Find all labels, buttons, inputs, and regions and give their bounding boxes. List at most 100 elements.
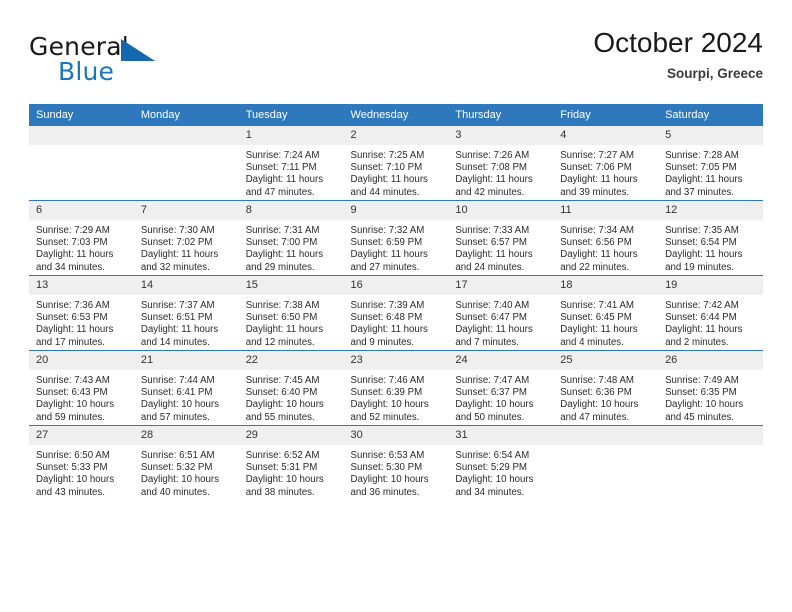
daylight-text: Daylight: 11 hours and 29 minutes. [245, 249, 324, 273]
daylight-text: Daylight: 10 hours and 34 minutes. [455, 474, 534, 498]
calendar-day-cell[interactable]: 26 Sunrise: 7:49 AM Sunset: 6:35 PM Dayligh… [658, 350, 763, 426]
calendar-day-cell[interactable]: 20 Sunrise: 7:43 AM Sunset: 6:43 PM Dayligh… [29, 350, 134, 426]
calendar-day-cell[interactable]: 9 Sunrise: 7:32 AM Sunset: 6:59 PM Daylight… [343, 200, 449, 276]
calendar-day-cell[interactable]: 3 Sunrise: 7:26 AM Sunset: 7:08 PM Daylight… [448, 126, 554, 201]
calendar-week-row: 20 Sunrise: 7:43 AM Sunset: 6:43 PM Dayligh… [29, 350, 763, 426]
sunset-text: Sunset: 5:33 PM [36, 462, 108, 474]
sunset-text: Sunset: 6:59 PM [350, 237, 423, 249]
sunrise-text: Sunrise: 7:49 AM [665, 375, 739, 386]
day-number: 7 [133, 201, 239, 220]
calendar-day-cell[interactable]: 7 Sunrise: 7:30 AM Sunset: 7:02 PM Daylight… [133, 200, 239, 276]
day-details: Sunrise: 7:33 AM Sunset: 6:57 PM Daylight:… [448, 220, 553, 274]
sunrise-text: Sunrise: 7:39 AM [350, 300, 425, 311]
calendar-day-cell-empty [658, 425, 763, 500]
daylight-text: Daylight: 11 hours and 19 minutes. [665, 249, 743, 273]
day-number: 29 [238, 426, 344, 445]
weekday-header-wednesday: Wednesday [343, 104, 449, 126]
daylight-text: Daylight: 11 hours and 27 minutes. [350, 249, 428, 273]
day-details: Sunrise: 6:54 AM Sunset: 5:29 PM Daylight:… [448, 445, 553, 499]
sunrise-text: Sunrise: 7:32 AM [350, 225, 425, 236]
calendar-day-cell[interactable]: 5 Sunrise: 7:28 AM Sunset: 7:05 PM Daylight… [658, 126, 763, 201]
daylight-text: Daylight: 11 hours and 47 minutes. [245, 174, 324, 198]
calendar-day-cell[interactable]: 31 Sunrise: 6:54 AM Sunset: 5:29 PM Dayligh… [448, 425, 554, 500]
calendar-day-cell[interactable]: 14 Sunrise: 7:37 AM Sunset: 6:51 PM Dayligh… [133, 275, 239, 351]
sunset-text: Sunset: 6:50 PM [245, 312, 318, 324]
sunrise-text: Sunrise: 7:48 AM [560, 375, 634, 386]
daylight-text: Daylight: 11 hours and 9 minutes. [350, 324, 428, 348]
sunrise-text: Sunrise: 6:50 AM [36, 450, 110, 461]
day-number: 14 [133, 276, 239, 295]
daylight-text: Daylight: 10 hours and 52 minutes. [350, 399, 429, 423]
calendar-day-cell[interactable]: 29 Sunrise: 6:52 AM Sunset: 5:31 PM Dayligh… [238, 425, 344, 500]
sunset-text: Sunset: 7:00 PM [245, 237, 318, 249]
sunrise-text: Sunrise: 7:44 AM [140, 375, 215, 386]
sunrise-text: Sunrise: 7:26 AM [455, 150, 530, 161]
daylight-text: Daylight: 11 hours and 7 minutes. [455, 324, 533, 348]
day-number: 26 [658, 351, 763, 370]
weekday-header-tuesday: Tuesday [238, 104, 344, 126]
daylight-text: Daylight: 11 hours and 37 minutes. [665, 174, 743, 198]
calendar-day-cell[interactable]: 23 Sunrise: 7:46 AM Sunset: 6:39 PM Dayligh… [343, 350, 449, 426]
day-number: 23 [343, 351, 449, 370]
sunrise-text: Sunrise: 7:45 AM [245, 375, 320, 386]
brand-logo[interactable]: General Blue [29, 32, 159, 90]
calendar-day-cell[interactable]: 19 Sunrise: 7:42 AM Sunset: 6:44 PM Dayligh… [658, 275, 763, 351]
sunset-text: Sunset: 5:29 PM [455, 462, 527, 474]
sunrise-text: Sunrise: 6:53 AM [350, 450, 425, 461]
sunset-text: Sunset: 6:37 PM [455, 387, 527, 399]
sunrise-text: Sunrise: 7:47 AM [455, 375, 530, 386]
daylight-text: Daylight: 11 hours and 39 minutes. [560, 174, 638, 198]
weekday-header-saturday: Saturday [658, 104, 763, 126]
day-details: Sunrise: 7:30 AM Sunset: 7:02 PM Daylight:… [134, 220, 239, 274]
daylight-text: Daylight: 11 hours and 42 minutes. [455, 174, 533, 198]
calendar-day-cell[interactable]: 8 Sunrise: 7:31 AM Sunset: 7:00 PM Daylight… [238, 200, 344, 276]
sunset-text: Sunset: 7:10 PM [350, 162, 423, 174]
sunrise-text: Sunrise: 7:35 AM [665, 225, 739, 236]
calendar-day-cell[interactable]: 21 Sunrise: 7:44 AM Sunset: 6:41 PM Dayligh… [133, 350, 239, 426]
calendar-day-cell[interactable]: 18 Sunrise: 7:41 AM Sunset: 6:45 PM Dayligh… [553, 275, 659, 351]
calendar-day-cell[interactable]: 12 Sunrise: 7:35 AM Sunset: 6:54 PM Dayligh… [658, 200, 763, 276]
calendar-day-cell[interactable]: 22 Sunrise: 7:45 AM Sunset: 6:40 PM Dayligh… [238, 350, 344, 426]
sunrise-text: Sunrise: 7:31 AM [245, 225, 320, 236]
calendar-day-cell[interactable]: 17 Sunrise: 7:40 AM Sunset: 6:47 PM Dayligh… [448, 275, 554, 351]
calendar-day-cell[interactable]: 28 Sunrise: 6:51 AM Sunset: 5:32 PM Dayligh… [133, 425, 239, 500]
sunrise-text: Sunrise: 7:28 AM [665, 150, 739, 161]
calendar-day-cell[interactable]: 10 Sunrise: 7:33 AM Sunset: 6:57 PM Dayligh… [448, 200, 554, 276]
day-number: 17 [448, 276, 554, 295]
sunset-text: Sunset: 7:02 PM [140, 237, 213, 249]
daylight-text: Daylight: 10 hours and 57 minutes. [140, 399, 219, 423]
calendar-day-cell[interactable]: 2 Sunrise: 7:25 AM Sunset: 7:10 PM Daylight… [343, 126, 449, 201]
calendar-day-cell[interactable]: 30 Sunrise: 6:53 AM Sunset: 5:30 PM Dayligh… [343, 425, 449, 500]
day-details: Sunrise: 7:45 AM Sunset: 6:40 PM Daylight:… [239, 370, 344, 424]
day-details: Sunrise: 7:36 AM Sunset: 6:53 PM Daylight:… [29, 295, 134, 349]
day-number: 16 [343, 276, 449, 295]
day-number: 4 [553, 126, 659, 145]
sunset-text: Sunset: 6:45 PM [560, 312, 632, 324]
sunset-text: Sunset: 7:03 PM [36, 237, 108, 249]
calendar-day-cell[interactable]: 27 Sunrise: 6:50 AM Sunset: 5:33 PM Dayligh… [29, 425, 134, 500]
day-number: 27 [29, 426, 134, 445]
calendar-day-cell[interactable]: 11 Sunrise: 7:34 AM Sunset: 6:56 PM Dayligh… [553, 200, 659, 276]
day-details: Sunrise: 7:29 AM Sunset: 7:03 PM Daylight:… [29, 220, 134, 274]
daylight-text: Daylight: 11 hours and 17 minutes. [36, 324, 114, 348]
calendar-day-cell-empty [29, 126, 134, 201]
calendar-day-cell[interactable]: 1 Sunrise: 7:24 AM Sunset: 7:11 PM Daylight… [238, 126, 344, 201]
calendar-day-cell[interactable]: 25 Sunrise: 7:48 AM Sunset: 6:36 PM Dayligh… [553, 350, 659, 426]
calendar-day-cell[interactable]: 24 Sunrise: 7:47 AM Sunset: 6:37 PM Dayligh… [448, 350, 554, 426]
calendar-day-cell[interactable]: 16 Sunrise: 7:39 AM Sunset: 6:48 PM Dayligh… [343, 275, 449, 351]
calendar-day-cell[interactable]: 4 Sunrise: 7:27 AM Sunset: 7:06 PM Daylight… [553, 126, 659, 201]
calendar-page: General Blue October 2024 Sourpi, Greece… [0, 0, 792, 612]
sunrise-text: Sunrise: 7:30 AM [140, 225, 215, 236]
weekday-header-monday: Monday [133, 104, 239, 126]
weekday-header-sunday: Sunday [29, 104, 134, 126]
weekday-header-thursday: Thursday [448, 104, 554, 126]
day-details: Sunrise: 7:47 AM Sunset: 6:37 PM Daylight:… [448, 370, 553, 424]
page-title: October 2024 [593, 27, 763, 58]
day-details: Sunrise: 7:40 AM Sunset: 6:47 PM Daylight:… [448, 295, 553, 349]
calendar-day-cell[interactable]: 15 Sunrise: 7:38 AM Sunset: 6:50 PM Dayligh… [238, 275, 344, 351]
day-number [553, 426, 659, 445]
daylight-text: Daylight: 11 hours and 2 minutes. [665, 324, 743, 348]
calendar-day-cell[interactable]: 13 Sunrise: 7:36 AM Sunset: 6:53 PM Dayligh… [29, 275, 134, 351]
day-details: Sunrise: 7:43 AM Sunset: 6:43 PM Daylight:… [29, 370, 134, 424]
calendar-day-cell[interactable]: 6 Sunrise: 7:29 AM Sunset: 7:03 PM Daylight… [29, 200, 134, 276]
